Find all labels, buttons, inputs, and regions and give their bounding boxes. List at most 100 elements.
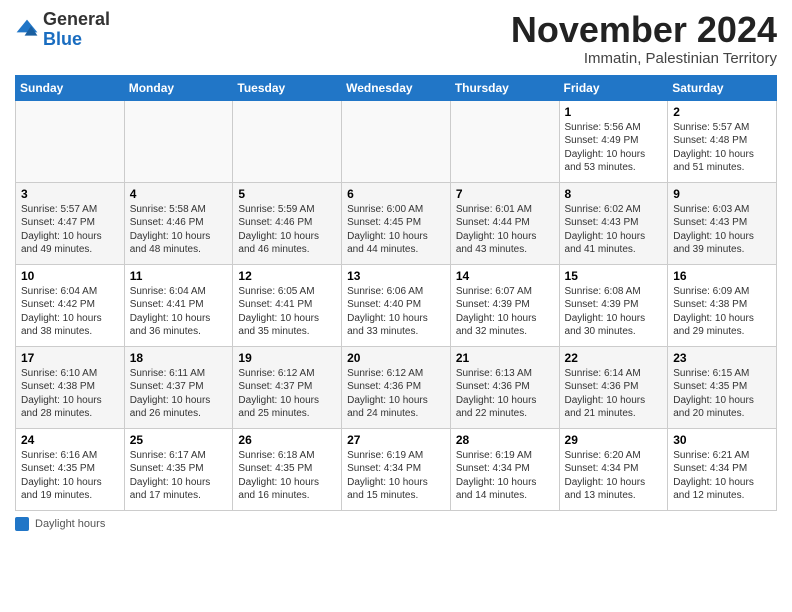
logo-icon	[15, 18, 39, 42]
day-info: Sunrise: 6:02 AM Sunset: 4:43 PM Dayligh…	[565, 203, 663, 257]
calendar-cell: 30 Sunrise: 6:21 AM Sunset: 4:34 PM Dayli…	[668, 428, 777, 510]
calendar-cell: 18 Sunrise: 6:11 AM Sunset: 4:37 PM Dayli…	[124, 346, 233, 428]
calendar-day-header: Wednesday	[342, 75, 451, 100]
day-info: Sunrise: 5:57 AM Sunset: 4:48 PM Dayligh…	[673, 121, 771, 175]
calendar-cell: 21 Sunrise: 6:13 AM Sunset: 4:36 PM Dayli…	[450, 346, 559, 428]
calendar-header-row: SundayMondayTuesdayWednesdayThursdayFrid…	[16, 75, 777, 100]
day-number: 20	[347, 351, 445, 365]
day-info: Sunrise: 6:04 AM Sunset: 4:42 PM Dayligh…	[21, 285, 119, 339]
day-info: Sunrise: 6:21 AM Sunset: 4:34 PM Dayligh…	[673, 449, 771, 503]
day-info: Sunrise: 5:56 AM Sunset: 4:49 PM Dayligh…	[565, 121, 663, 175]
logo-text: General Blue	[43, 10, 110, 50]
calendar-cell: 19Sunrise: 6:12 AM Sunset: 4:37 PM Dayli…	[233, 346, 342, 428]
day-number: 9	[673, 187, 771, 201]
day-info: Sunrise: 6:05 AM Sunset: 4:41 PM Dayligh…	[238, 285, 336, 339]
day-number: 10	[21, 269, 119, 283]
day-info: Sunrise: 6:09 AM Sunset: 4:38 PM Dayligh…	[673, 285, 771, 339]
calendar-cell: 10 Sunrise: 6:04 AM Sunset: 4:42 PM Dayli…	[16, 264, 125, 346]
month-title: November 2024	[511, 10, 777, 50]
day-number: 26	[238, 433, 336, 447]
calendar-cell: 13 Sunrise: 6:06 AM Sunset: 4:40 PM Dayli…	[342, 264, 451, 346]
day-number: 30	[673, 433, 771, 447]
calendar-cell: 25 Sunrise: 6:17 AM Sunset: 4:35 PM Dayli…	[124, 428, 233, 510]
day-number: 8	[565, 187, 663, 201]
page-header: General Blue November 2024 Immatin, Pale…	[15, 10, 777, 67]
calendar-cell: 14 Sunrise: 6:07 AM Sunset: 4:39 PM Dayli…	[450, 264, 559, 346]
day-info: Sunrise: 6:19 AM Sunset: 4:34 PM Dayligh…	[347, 449, 445, 503]
calendar-cell: 8 Sunrise: 6:02 AM Sunset: 4:43 PM Daylig…	[559, 182, 668, 264]
day-info: Sunrise: 5:58 AM Sunset: 4:46 PM Dayligh…	[130, 203, 228, 257]
calendar-cell: 28 Sunrise: 6:19 AM Sunset: 4:34 PM Dayli…	[450, 428, 559, 510]
calendar-cell: 12 Sunrise: 6:05 AM Sunset: 4:41 PM Dayli…	[233, 264, 342, 346]
calendar-day-header: Thursday	[450, 75, 559, 100]
location-subtitle: Immatin, Palestinian Territory	[511, 50, 777, 67]
day-info: Sunrise: 6:17 AM Sunset: 4:35 PM Dayligh…	[130, 449, 228, 503]
calendar-week-row: 24Sunrise: 6:16 AM Sunset: 4:35 PM Dayli…	[16, 428, 777, 510]
day-number: 1	[565, 105, 663, 119]
calendar-cell	[124, 100, 233, 182]
day-info: Sunrise: 6:07 AM Sunset: 4:39 PM Dayligh…	[456, 285, 554, 339]
calendar-cell: 4 Sunrise: 5:58 AM Sunset: 4:46 PM Daylig…	[124, 182, 233, 264]
day-number: 22	[565, 351, 663, 365]
calendar-cell	[233, 100, 342, 182]
day-info: Sunrise: 6:12 AM Sunset: 4:36 PM Dayligh…	[347, 367, 445, 421]
legend-label: Daylight hours	[35, 518, 105, 530]
day-number: 21	[456, 351, 554, 365]
calendar-cell: 17 Sunrise: 6:10 AM Sunset: 4:38 PM Dayli…	[16, 346, 125, 428]
calendar-cell: 1 Sunrise: 5:56 AM Sunset: 4:49 PM Daylig…	[559, 100, 668, 182]
day-info: Sunrise: 5:59 AM Sunset: 4:46 PM Dayligh…	[238, 203, 336, 257]
day-number: 25	[130, 433, 228, 447]
calendar-cell: 16Sunrise: 6:09 AM Sunset: 4:38 PM Dayli…	[668, 264, 777, 346]
calendar-cell: 27 Sunrise: 6:19 AM Sunset: 4:34 PM Dayli…	[342, 428, 451, 510]
day-number: 23	[673, 351, 771, 365]
day-info: Sunrise: 6:20 AM Sunset: 4:34 PM Dayligh…	[565, 449, 663, 503]
calendar-cell: 7 Sunrise: 6:01 AM Sunset: 4:44 PM Daylig…	[450, 182, 559, 264]
calendar-cell: 29 Sunrise: 6:20 AM Sunset: 4:34 PM Dayli…	[559, 428, 668, 510]
calendar-cell: 23Sunrise: 6:15 AM Sunset: 4:35 PM Dayli…	[668, 346, 777, 428]
day-number: 5	[238, 187, 336, 201]
day-number: 27	[347, 433, 445, 447]
day-info: Sunrise: 6:13 AM Sunset: 4:36 PM Dayligh…	[456, 367, 554, 421]
day-info: Sunrise: 6:14 AM Sunset: 4:36 PM Dayligh…	[565, 367, 663, 421]
day-number: 28	[456, 433, 554, 447]
calendar-week-row: 1 Sunrise: 5:56 AM Sunset: 4:49 PM Daylig…	[16, 100, 777, 182]
calendar-cell	[342, 100, 451, 182]
calendar-cell: 6Sunrise: 6:00 AM Sunset: 4:45 PM Daylig…	[342, 182, 451, 264]
day-number: 18	[130, 351, 228, 365]
calendar-cell: 26Sunrise: 6:18 AM Sunset: 4:35 PM Dayli…	[233, 428, 342, 510]
day-number: 3	[21, 187, 119, 201]
day-info: Sunrise: 6:12 AM Sunset: 4:37 PM Dayligh…	[238, 367, 336, 421]
day-info: Sunrise: 6:11 AM Sunset: 4:37 PM Dayligh…	[130, 367, 228, 421]
legend-color-swatch	[15, 517, 29, 531]
day-info: Sunrise: 6:10 AM Sunset: 4:38 PM Dayligh…	[21, 367, 119, 421]
day-info: Sunrise: 6:01 AM Sunset: 4:44 PM Dayligh…	[456, 203, 554, 257]
day-info: Sunrise: 6:19 AM Sunset: 4:34 PM Dayligh…	[456, 449, 554, 503]
calendar-day-header: Tuesday	[233, 75, 342, 100]
calendar-cell: 5 Sunrise: 5:59 AM Sunset: 4:46 PM Daylig…	[233, 182, 342, 264]
day-number: 6	[347, 187, 445, 201]
day-number: 14	[456, 269, 554, 283]
day-number: 12	[238, 269, 336, 283]
calendar-cell: 20 Sunrise: 6:12 AM Sunset: 4:36 PM Dayli…	[342, 346, 451, 428]
day-info: Sunrise: 5:57 AM Sunset: 4:47 PM Dayligh…	[21, 203, 119, 257]
calendar-day-header: Sunday	[16, 75, 125, 100]
calendar-cell: 9Sunrise: 6:03 AM Sunset: 4:43 PM Daylig…	[668, 182, 777, 264]
day-number: 4	[130, 187, 228, 201]
day-number: 15	[565, 269, 663, 283]
calendar-cell: 15Sunrise: 6:08 AM Sunset: 4:39 PM Dayli…	[559, 264, 668, 346]
day-info: Sunrise: 6:06 AM Sunset: 4:40 PM Dayligh…	[347, 285, 445, 339]
day-number: 24	[21, 433, 119, 447]
day-number: 11	[130, 269, 228, 283]
calendar-day-header: Saturday	[668, 75, 777, 100]
calendar-day-header: Friday	[559, 75, 668, 100]
calendar-cell: 11Sunrise: 6:04 AM Sunset: 4:41 PM Dayli…	[124, 264, 233, 346]
day-number: 7	[456, 187, 554, 201]
day-number: 17	[21, 351, 119, 365]
logo: General Blue	[15, 10, 110, 50]
title-section: November 2024 Immatin, Palestinian Terri…	[511, 10, 777, 67]
day-number: 29	[565, 433, 663, 447]
calendar-cell	[16, 100, 125, 182]
day-number: 13	[347, 269, 445, 283]
day-number: 2	[673, 105, 771, 119]
calendar-table: SundayMondayTuesdayWednesdayThursdayFrid…	[15, 75, 777, 511]
